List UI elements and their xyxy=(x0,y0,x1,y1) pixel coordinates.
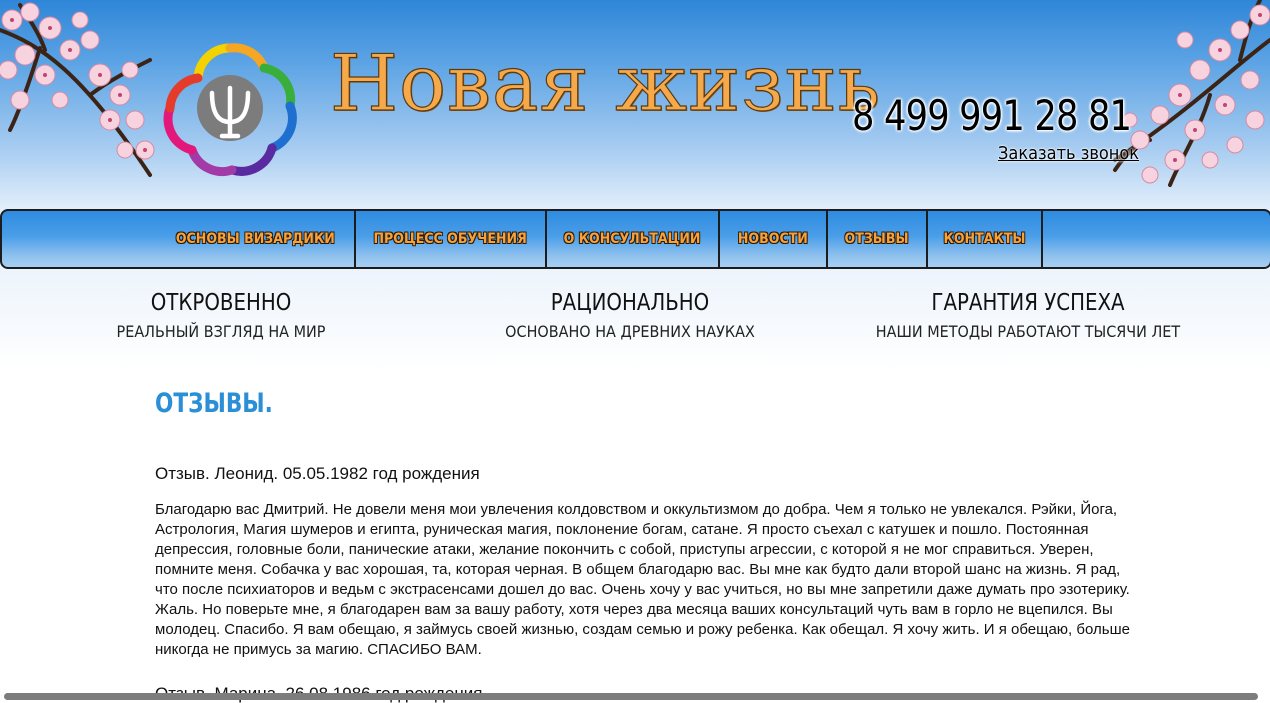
nav-item-label: ПРОЦЕСС ОБУЧЕНИЯ xyxy=(373,231,528,247)
feature-success-guarantee: ГАРАНТИЯ УСПЕХА НАШИ МЕТОДЫ РАБОТАЮТ ТЫС… xyxy=(828,288,1228,342)
nav-item-contacts[interactable]: КОНТАКТЫ xyxy=(928,211,1043,267)
feature-title: ОТКРОВЕННО xyxy=(150,290,292,316)
nav-item-label: КОНТАКТЫ xyxy=(943,231,1026,247)
feature-title: РАЦИОНАЛЬНО xyxy=(550,290,710,316)
feature-subtitle: НАШИ МЕТОДЫ РАБОТАЮТ ТЫСЯЧИ ЛЕТ xyxy=(875,322,1181,341)
nav-item-label: ОСНОВЫ ВИЗАРДИКИ xyxy=(176,231,335,247)
feature-rational: РАЦИОНАЛЬНО ОСНОВАНО НА ДРЕВНИХ НАУКАХ xyxy=(430,288,830,342)
nav-item-wizardry-basics[interactable]: ОСНОВЫ ВИЗАРДИКИ xyxy=(157,211,356,267)
feature-title: ГАРАНТИЯ УСПЕХА xyxy=(931,290,1125,316)
review-body: Благодарю вас Дмитрий. Не довели меня мо… xyxy=(155,501,1130,658)
site-title[interactable]: Новая жизнь xyxy=(329,44,881,123)
feature-subtitle: ОСНОВАНО НА ДРЕВНИХ НАУКАХ xyxy=(505,322,755,341)
feature-frank: ОТКРОВЕННО РЕАЛЬНЫЙ ВЗГЛЯД НА МИР xyxy=(21,288,421,342)
horizontal-scrollbar[interactable] xyxy=(4,693,1258,700)
nav-item-learning-process[interactable]: ПРОЦЕСС ОБУЧЕНИЯ xyxy=(356,211,547,267)
main-navigation: ОСНОВЫ ВИЗАРДИКИ ПРОЦЕСС ОБУЧЕНИЯ О КОНС… xyxy=(0,209,1270,269)
nav-item-reviews[interactable]: ОТЗЫВЫ xyxy=(828,211,928,267)
nav-item-news[interactable]: НОВОСТИ xyxy=(720,211,828,267)
nav-item-about-consultation[interactable]: О КОНСУЛЬТАЦИИ xyxy=(547,211,720,267)
nav-item-label: О КОНСУЛЬТАЦИИ xyxy=(564,231,701,247)
psi-rainbow-logo-icon[interactable] xyxy=(160,38,300,178)
cherry-blossom-left-decoration xyxy=(0,2,155,177)
page-title: ОТЗЫВЫ. xyxy=(155,388,273,419)
nav-item-label: ОТЗЫВЫ xyxy=(845,231,909,247)
review-title: Отзыв. Леонид. 05.05.1982 год рождения xyxy=(155,464,480,483)
nav-item-label: НОВОСТИ xyxy=(738,231,808,247)
phone-number: 8 499 991 28 81 xyxy=(852,91,1132,140)
cherry-blossom-right-decoration xyxy=(1113,0,1270,187)
callback-link[interactable]: Заказать звонок xyxy=(998,143,1139,164)
feature-subtitle: РЕАЛЬНЫЙ ВЗГЛЯД НА МИР xyxy=(116,322,326,341)
